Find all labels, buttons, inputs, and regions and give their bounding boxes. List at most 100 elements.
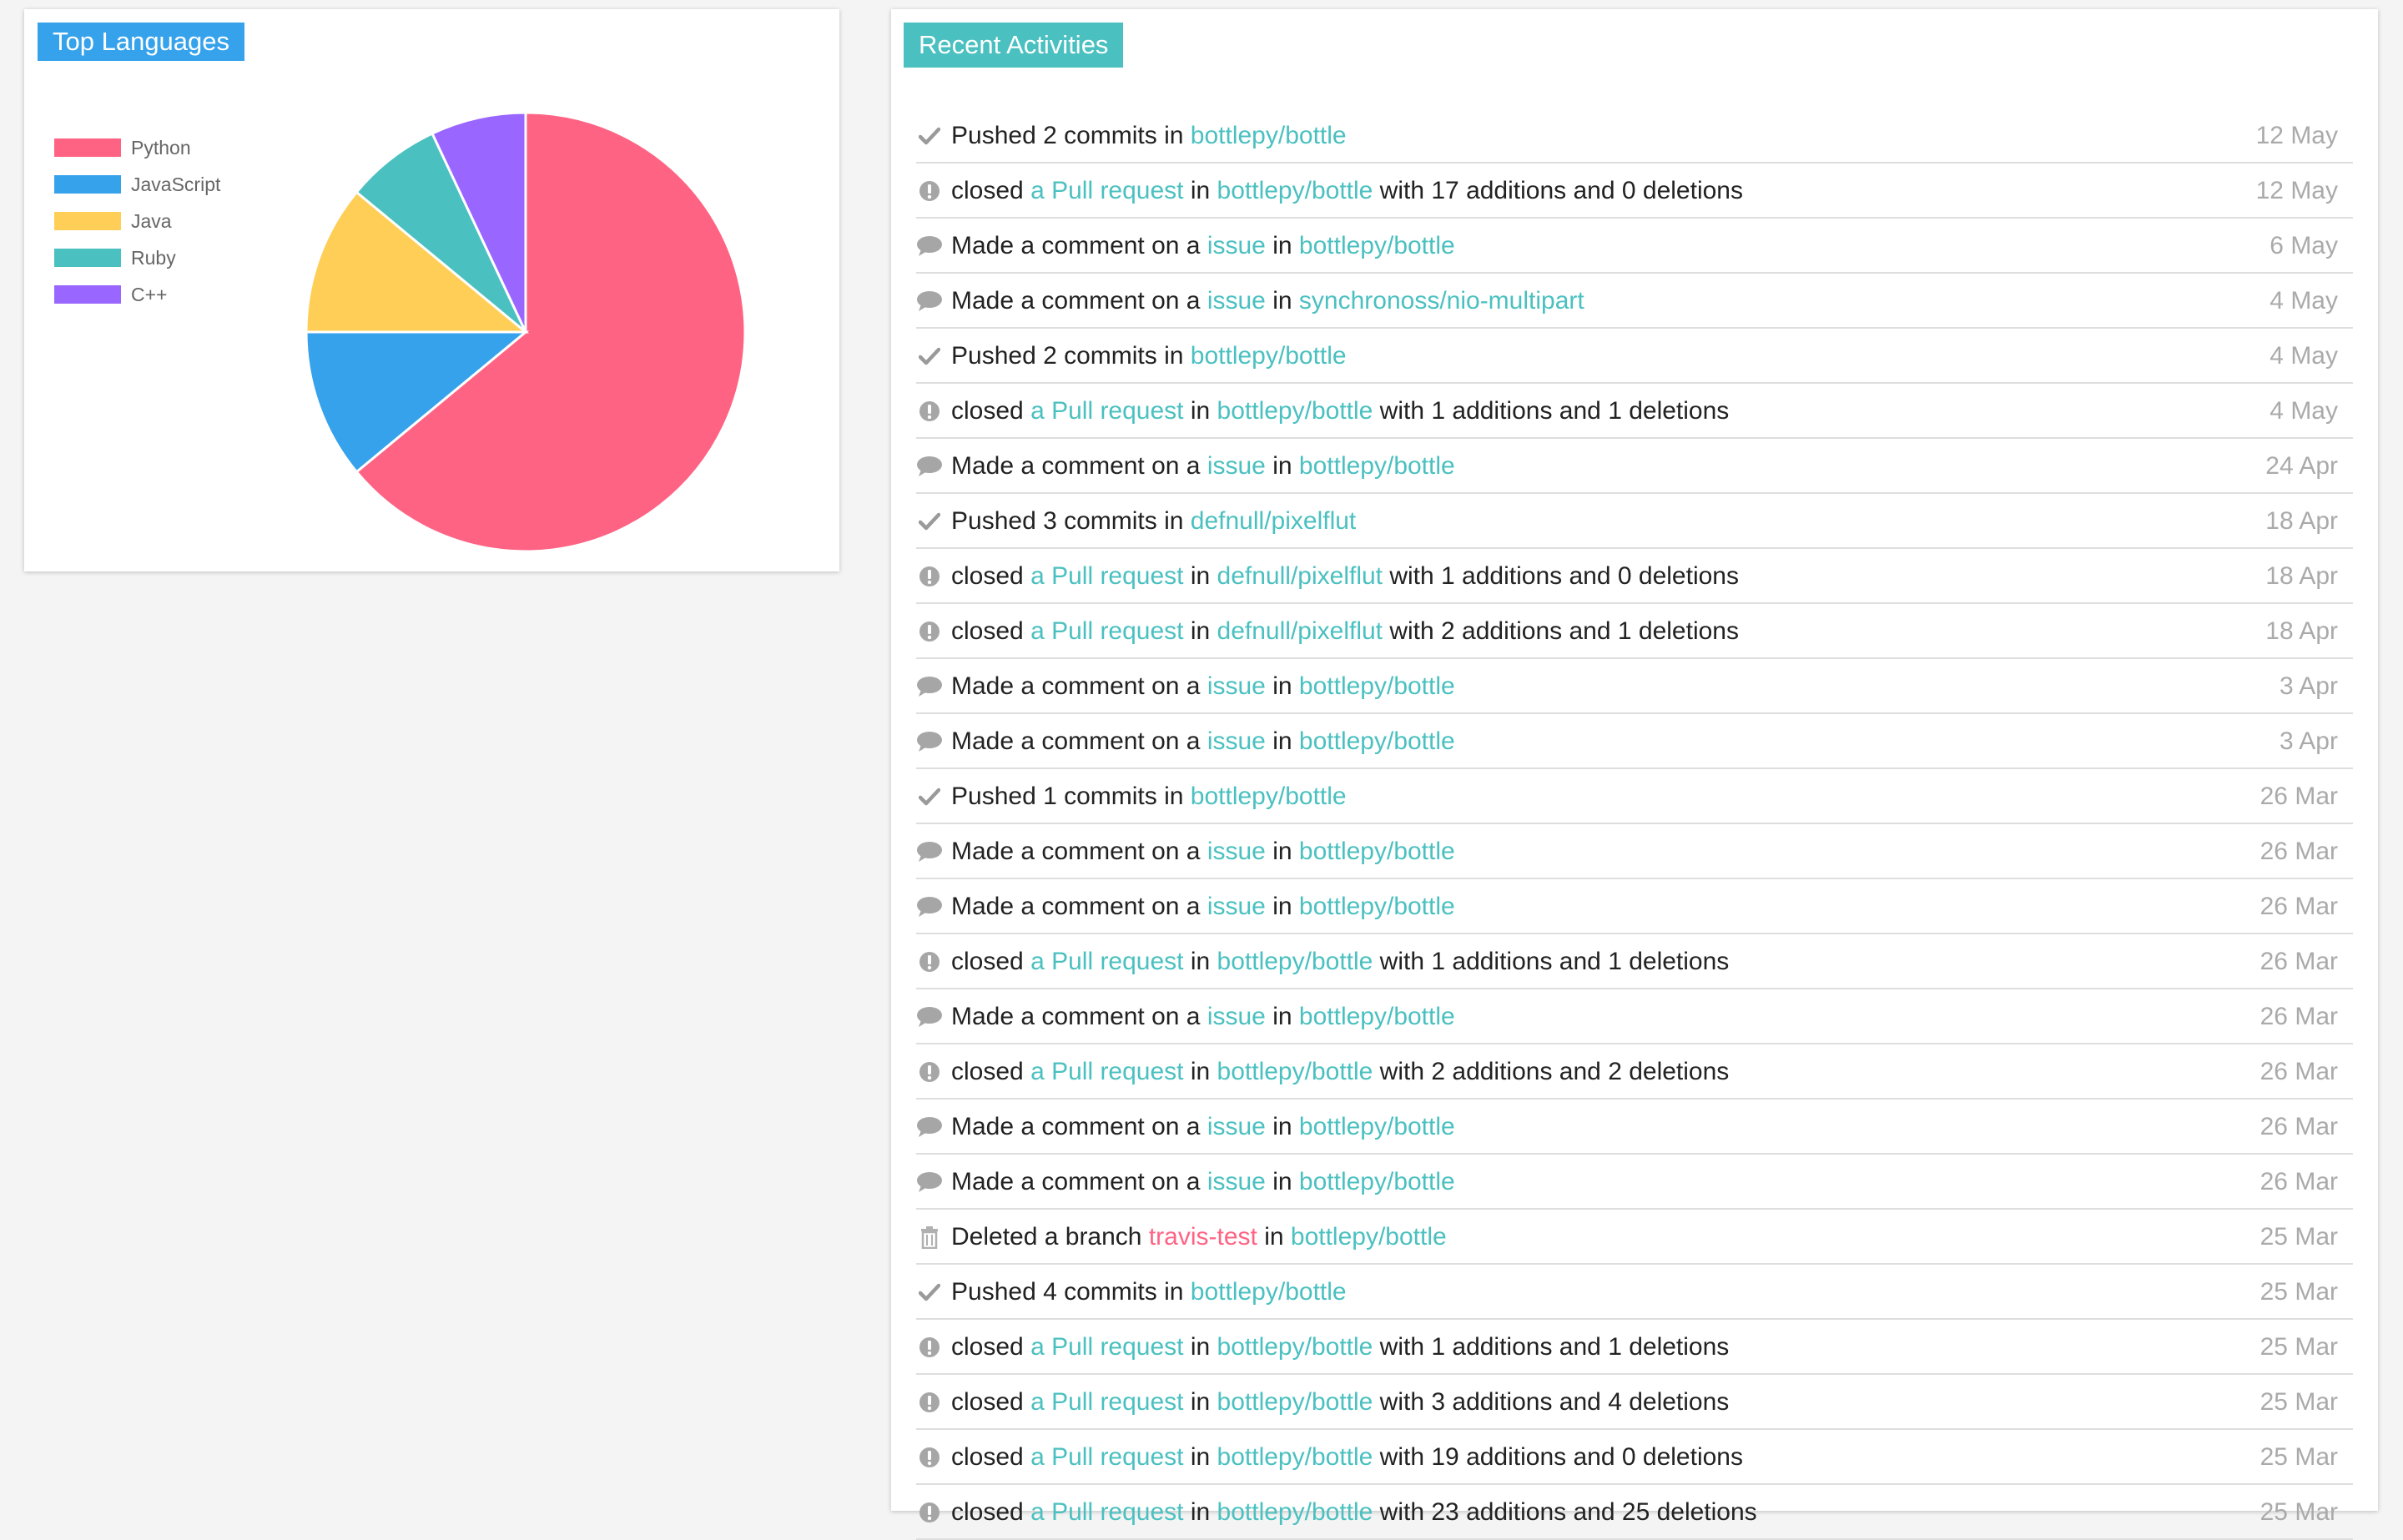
activity-link[interactable]: issue	[1207, 672, 1266, 700]
activity-row: closed a Pull request in bottlepy/bottle…	[916, 1486, 2353, 1540]
activity-link[interactable]: issue	[1207, 1168, 1266, 1195]
activity-text: Made a comment on a issue in bottlepy/bo…	[951, 232, 1455, 260]
activity-date: 26 Mar	[2259, 1057, 2338, 1085]
activity-link[interactable]: bottlepy/bottle	[1299, 727, 1455, 755]
activity-link[interactable]: a Pull request	[1030, 562, 1183, 590]
activity-text: closed a Pull request in bottlepy/bottle…	[951, 1443, 1743, 1472]
legend-label: Ruby	[131, 246, 176, 269]
activity-row: Made a comment on a issue in bottlepy/bo…	[916, 1155, 2353, 1210]
activity-text-segment: Made a comment on a	[951, 727, 1207, 755]
activity-text-segment: closed	[951, 396, 1031, 425]
activity-link[interactable]: issue	[1207, 232, 1266, 259]
activity-link[interactable]: issue	[1207, 1003, 1266, 1030]
legend-swatch	[54, 285, 121, 304]
activity-link[interactable]: bottlepy/bottle	[1299, 672, 1455, 700]
activity-link[interactable]: issue	[1207, 838, 1266, 865]
legend-swatch	[54, 138, 121, 157]
activity-link[interactable]: a Pull request	[1030, 1443, 1183, 1471]
activity-link[interactable]: bottlepy/bottle	[1191, 783, 1347, 810]
activity-row: Made a comment on a issue in bottlepy/bo…	[916, 880, 2353, 934]
activity-row: closed a Pull request in bottlepy/bottle…	[916, 164, 2353, 219]
activity-text-segment: closed	[951, 1497, 1031, 1526]
top-languages-card: Top Languages Python JavaScript Java Ruby C+…	[24, 9, 839, 571]
activity-link[interactable]: issue	[1207, 893, 1266, 920]
activity-link[interactable]: synchronoss/nio-multipart	[1299, 287, 1584, 315]
activity-text-segment: closed	[951, 617, 1031, 645]
activity-link[interactable]: issue	[1207, 1113, 1266, 1140]
activity-link[interactable]: a Pull request	[1030, 948, 1183, 975]
activity-link[interactable]: bottlepy/bottle	[1191, 342, 1347, 370]
activity-text-segment: in	[1265, 1112, 1299, 1140]
activity-link[interactable]: bottlepy/bottle	[1291, 1223, 1447, 1251]
activity-text-segment: Pushed 3 commits in	[951, 506, 1191, 535]
activity-text-segment: in	[1183, 1387, 1217, 1416]
activity-link[interactable]: a Pull request	[1030, 1058, 1183, 1085]
legend-item[interactable]: Ruby	[54, 239, 220, 276]
activity-text-segment: in	[1265, 286, 1299, 315]
activity-link[interactable]: bottlepy/bottle	[1299, 232, 1455, 259]
comment-icon	[916, 233, 943, 259]
activity-link[interactable]: bottlepy/bottle	[1217, 1333, 1373, 1361]
check-icon	[916, 508, 943, 535]
activity-link[interactable]: a Pull request	[1030, 617, 1183, 645]
activity-row: Made a comment on a issue in bottlepy/bo…	[916, 660, 2353, 714]
activity-link[interactable]: bottlepy/bottle	[1191, 1278, 1347, 1306]
activity-row: Pushed 4 commits in bottlepy/bottle 25 Ma…	[916, 1266, 2353, 1320]
activity-link[interactable]: a Pull request	[1030, 1333, 1183, 1361]
activity-text-segment: with 1 additions and 1 deletions	[1373, 396, 1730, 425]
activity-link[interactable]: bottlepy/bottle	[1299, 893, 1455, 920]
comment-icon	[916, 453, 943, 480]
activity-link[interactable]: issue	[1207, 452, 1266, 480]
activity-text-segment: with 3 additions and 4 deletions	[1373, 1387, 1730, 1416]
activity-link[interactable]: bottlepy/bottle	[1217, 1498, 1373, 1526]
activity-link[interactable]: issue	[1207, 287, 1266, 315]
legend-item[interactable]: C++	[54, 276, 220, 313]
activity-link[interactable]: bottlepy/bottle	[1217, 1388, 1373, 1416]
legend-item[interactable]: Java	[54, 203, 220, 239]
activity-text: closed a Pull request in defnull/pixelfl…	[951, 617, 1739, 646]
activity-text-segment: in	[1257, 1222, 1291, 1251]
activity-link[interactable]: defnull/pixelflut	[1217, 617, 1383, 645]
activity-text-segment: in	[1183, 176, 1217, 204]
legend-item[interactable]: JavaScript	[54, 166, 220, 203]
activity-text: Deleted a branch travis-test in bottlepy…	[951, 1223, 1447, 1251]
activity-date: 12 May	[2255, 121, 2338, 149]
activity-row: Pushed 3 commits in defnull/pixelflut 18 …	[916, 495, 2353, 549]
recent-activities-title: Recent Activities	[904, 23, 1124, 68]
activity-row: Made a comment on a issue in bottlepy/bo…	[916, 990, 2353, 1044]
activity-text: Pushed 3 commits in defnull/pixelflut	[951, 507, 1356, 536]
activity-text: Pushed 4 commits in bottlepy/bottle	[951, 1278, 1347, 1306]
activity-link[interactable]: bottlepy/bottle	[1217, 948, 1373, 975]
activity-link[interactable]: bottlepy/bottle	[1217, 177, 1373, 204]
activity-link[interactable]: a Pull request	[1030, 1388, 1183, 1416]
activity-text-segment: Pushed 4 commits in	[951, 1277, 1191, 1306]
activity-date: 18 Apr	[2265, 617, 2338, 645]
activity-link[interactable]: a Pull request	[1030, 177, 1183, 204]
activity-text-segment: Made a comment on a	[951, 286, 1207, 315]
activity-link[interactable]: a Pull request	[1030, 397, 1183, 425]
activity-link[interactable]: bottlepy/bottle	[1217, 397, 1373, 425]
activity-link[interactable]: bottlepy/bottle	[1217, 1058, 1373, 1085]
activity-link[interactable]: bottlepy/bottle	[1217, 1443, 1373, 1471]
activity-date: 25 Mar	[2259, 1442, 2338, 1471]
activity-text-segment: in	[1183, 617, 1217, 645]
activity-link[interactable]: defnull/pixelflut	[1191, 507, 1356, 535]
activity-text-segment: Made a comment on a	[951, 1002, 1207, 1030]
activity-link[interactable]: bottlepy/bottle	[1299, 1003, 1455, 1030]
activity-link[interactable]: issue	[1207, 727, 1266, 755]
activity-link[interactable]: bottlepy/bottle	[1191, 122, 1347, 149]
activity-row: closed a Pull request in defnull/pixelfl…	[916, 550, 2353, 604]
activity-link[interactable]: bottlepy/bottle	[1299, 838, 1455, 865]
activity-link[interactable]: bottlepy/bottle	[1299, 1113, 1455, 1140]
activity-text: closed a Pull request in bottlepy/bottle…	[951, 1388, 1729, 1417]
activity-link[interactable]: bottlepy/bottle	[1299, 1168, 1455, 1195]
activity-link[interactable]: a Pull request	[1030, 1498, 1183, 1526]
legend-item[interactable]: Python	[54, 129, 220, 166]
activity-text-segment: Made a comment on a	[951, 451, 1207, 480]
exclamation-icon	[916, 1389, 943, 1416]
activity-row: Pushed 1 commits in bottlepy/bottle 26 Ma…	[916, 770, 2353, 824]
activity-link[interactable]: bottlepy/bottle	[1299, 452, 1455, 480]
activity-row: Made a comment on a issue in bottlepy/bo…	[916, 1100, 2353, 1155]
activity-link[interactable]: defnull/pixelflut	[1217, 562, 1383, 590]
activity-text-segment: Pushed 2 commits in	[951, 341, 1191, 370]
